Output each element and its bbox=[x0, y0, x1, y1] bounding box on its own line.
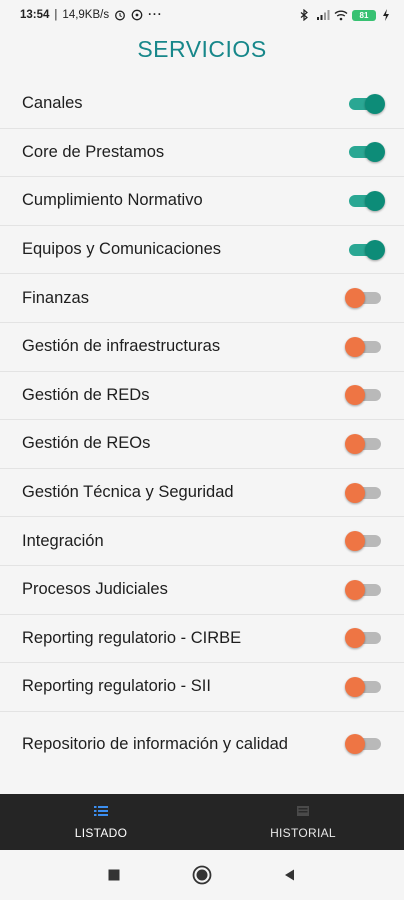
service-item-equipos-y-comunicaciones: Equipos y Comunicaciones bbox=[0, 226, 404, 275]
service-toggle[interactable] bbox=[345, 336, 381, 357]
home-button[interactable] bbox=[192, 865, 212, 885]
service-label: Reporting regulatorio - CIRBE bbox=[22, 628, 242, 647]
service-toggle[interactable] bbox=[349, 239, 385, 260]
service-item-integracion: Integración bbox=[0, 517, 404, 566]
service-toggle[interactable] bbox=[345, 531, 381, 552]
service-toggle[interactable] bbox=[345, 628, 381, 649]
service-label: Reporting regulatorio - SII bbox=[22, 677, 211, 696]
service-toggle[interactable] bbox=[345, 433, 381, 454]
bottom-nav: LISTADO HISTORIAL bbox=[0, 794, 404, 850]
service-toggle[interactable] bbox=[349, 93, 385, 114]
service-item-finanzas: Finanzas bbox=[0, 274, 404, 323]
service-item-gestion-de-infraestructuras: Gestión de infraestructuras bbox=[0, 323, 404, 372]
network-speed: 14,9KB/s bbox=[62, 9, 110, 21]
service-label: Integración bbox=[22, 531, 104, 550]
service-label: Gestión Técnica y Seguridad bbox=[22, 483, 234, 502]
wifi-icon bbox=[334, 9, 348, 21]
more-notifications-indicator: ··· bbox=[148, 9, 163, 21]
service-toggle[interactable] bbox=[349, 142, 385, 163]
back-button[interactable] bbox=[280, 865, 300, 885]
service-item-gestion-de-reos: Gestión de REOs bbox=[0, 420, 404, 469]
whatsapp-icon bbox=[131, 9, 143, 21]
service-label: Gestión de infraestructuras bbox=[22, 337, 221, 356]
list-icon bbox=[94, 805, 108, 817]
service-toggle[interactable] bbox=[345, 734, 381, 755]
service-item-reporting-sii: Reporting regulatorio - SII bbox=[0, 663, 404, 712]
status-time: 13:54 bbox=[20, 9, 50, 21]
charging-icon bbox=[382, 9, 394, 21]
service-label: Finanzas bbox=[22, 288, 89, 307]
system-nav-bar bbox=[0, 850, 404, 900]
service-item-core-de-prestamos: Core de Prestamos bbox=[0, 129, 404, 178]
service-toggle[interactable] bbox=[345, 482, 381, 503]
page-title: SERVICIOS bbox=[137, 36, 267, 62]
service-label: Cumplimiento Normativo bbox=[22, 191, 203, 210]
service-label: Core de Prestamos bbox=[22, 142, 165, 161]
service-label: Equipos y Comunicaciones bbox=[22, 240, 222, 259]
tab-label: LISTADO bbox=[74, 825, 128, 840]
service-toggle[interactable] bbox=[349, 190, 385, 211]
service-toggle[interactable] bbox=[345, 579, 381, 600]
service-toggle[interactable] bbox=[345, 676, 381, 697]
service-toggle[interactable] bbox=[345, 288, 381, 309]
alarm-icon bbox=[114, 9, 126, 21]
service-toggle[interactable] bbox=[345, 385, 381, 406]
service-label: Repositorio de información y calidad bbox=[22, 734, 288, 753]
signal-icon bbox=[316, 9, 330, 21]
service-item-repositorio-de-informacion: Repositorio de información y calidad bbox=[0, 712, 404, 777]
history-icon bbox=[296, 805, 310, 817]
battery-icon: 81 bbox=[352, 9, 376, 21]
tab-label: HISTORIAL bbox=[270, 825, 336, 840]
tab-listado[interactable]: LISTADO bbox=[0, 794, 202, 850]
service-list: Canales Core de Prestamos Cumplimiento N… bbox=[0, 80, 404, 777]
service-item-cumplimiento-normativo: Cumplimiento Normativo bbox=[0, 177, 404, 226]
service-item-canales: Canales bbox=[0, 80, 404, 129]
bluetooth-icon bbox=[298, 8, 310, 22]
service-item-procesos-judiciales: Procesos Judiciales bbox=[0, 566, 404, 615]
recent-apps-button[interactable] bbox=[104, 865, 124, 885]
tab-historial[interactable]: HISTORIAL bbox=[202, 794, 404, 850]
status-divider: | bbox=[54, 9, 58, 21]
service-label: Gestión de REDs bbox=[22, 385, 150, 404]
service-item-reporting-cirbe: Reporting regulatorio - CIRBE bbox=[0, 615, 404, 664]
service-label: Procesos Judiciales bbox=[22, 580, 168, 599]
service-label: Canales bbox=[22, 94, 83, 113]
service-item-gestion-de-reds: Gestión de REDs bbox=[0, 372, 404, 421]
service-label: Gestión de REOs bbox=[22, 434, 151, 453]
service-item-gestion-tecnica-y-seguridad: Gestión Técnica y Seguridad bbox=[0, 469, 404, 518]
status-bar: 13:54 | 14,9KB/s ··· 81 bbox=[0, 0, 404, 30]
